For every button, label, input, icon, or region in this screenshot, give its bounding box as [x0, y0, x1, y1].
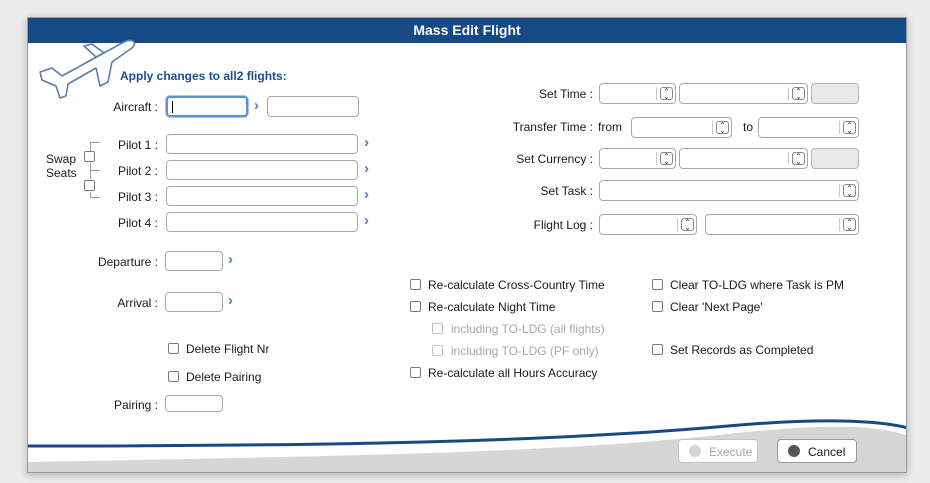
text-caret [172, 101, 173, 113]
clear-next-page-checkbox[interactable] [652, 301, 663, 312]
incl-to-ldg-all-label: including TO-LDG (all flights) [451, 322, 605, 336]
arrival-chevron-icon[interactable]: › [228, 293, 233, 309]
clear-to-ldg-pm-label: Clear TO-LDG where Task is PM [670, 278, 845, 292]
cancel-button[interactable]: Cancel [777, 439, 857, 463]
arrival-input[interactable] [165, 292, 223, 312]
mass-edit-flight-dialog: Mass Edit Flight Apply changes to all2 f… [27, 17, 907, 473]
stepper-icon: ⌃ ⌄ [792, 152, 805, 166]
pilot4-chevron-icon[interactable]: › [364, 213, 369, 229]
stepper-icon: ⌃ ⌄ [660, 87, 673, 101]
pilot1-input[interactable] [166, 134, 358, 154]
stepper-icon: ⌃ ⌄ [792, 87, 805, 101]
pilot1-chevron-icon[interactable]: › [364, 135, 369, 151]
apply-changes-header: Apply changes to all2 flights: [120, 69, 287, 83]
departure-label: Departure : [97, 255, 158, 269]
incl-to-ldg-pf-checkbox[interactable] [432, 345, 443, 356]
cancel-button-label: Cancel [808, 445, 846, 459]
flight-log-label: Flight Log : [533, 218, 593, 232]
set-currency-value-select[interactable]: ⌃ ⌄ [679, 148, 808, 169]
transfer-time-label: Transfer Time : [512, 120, 593, 134]
flight-log-value-select[interactable]: ⌃ ⌄ [705, 214, 859, 235]
arrival-label: Arrival : [117, 296, 158, 310]
recalc-hours-accuracy-checkbox[interactable] [410, 367, 421, 378]
stepper-icon: ⌃ ⌄ [843, 218, 856, 232]
stepper-icon: ⌃ ⌄ [843, 184, 856, 198]
pilot2-label: Pilot 2 : [117, 164, 158, 178]
recalc-cross-country-label: Re-calculate Cross-Country Time [428, 278, 605, 292]
recalc-night-checkbox[interactable] [410, 301, 421, 312]
set-currency-select[interactable]: ⌃ ⌄ [599, 148, 676, 169]
execute-button[interactable]: Execute [678, 439, 758, 463]
stepper-icon: ⌃ ⌄ [681, 218, 694, 232]
set-currency-field-disabled [811, 148, 859, 169]
clear-next-page-label: Clear 'Next Page' [670, 300, 763, 314]
swap-label: Swap [46, 152, 77, 166]
pilot4-label: Pilot 4 : [117, 216, 158, 230]
delete-pairing-checkbox[interactable] [168, 371, 179, 382]
cancel-dot-icon [788, 445, 800, 457]
set-task-select[interactable]: ⌃ ⌄ [599, 180, 859, 201]
set-task-label: Set Task : [540, 184, 593, 198]
set-time-select[interactable]: ⌃ ⌄ [599, 83, 676, 104]
window-title: Mass Edit Flight [28, 18, 906, 43]
set-time-label: Set Time : [538, 87, 593, 101]
footer-swoosh [28, 419, 906, 472]
set-time-value-select[interactable]: ⌃ ⌄ [679, 83, 808, 104]
pilot2-chevron-icon[interactable]: › [364, 161, 369, 177]
pilot3-input[interactable] [166, 186, 358, 206]
incl-to-ldg-all-checkbox[interactable] [432, 323, 443, 334]
recalc-hours-accuracy-label: Re-calculate all Hours Accuracy [428, 366, 598, 380]
airplane-icon [39, 39, 136, 99]
set-records-completed-label: Set Records as Completed [670, 343, 814, 357]
stepper-icon: ⌃ ⌄ [716, 121, 729, 135]
aircraft-label: Aircraft : [113, 100, 158, 114]
set-time-field-disabled [811, 83, 859, 104]
delete-flight-nr-label: Delete Flight Nr [186, 342, 270, 356]
pilot3-label: Pilot 3 : [117, 190, 158, 204]
stepper-icon: ⌃ ⌄ [843, 121, 856, 135]
aircraft-registration-input[interactable] [267, 96, 359, 117]
pilot3-chevron-icon[interactable]: › [364, 187, 369, 203]
transfer-to-select[interactable]: ⌃ ⌄ [758, 117, 859, 138]
recalc-cross-country-checkbox[interactable] [410, 279, 421, 290]
swap-seats-checkbox-1[interactable] [84, 151, 95, 162]
execute-button-label: Execute [709, 445, 753, 459]
stepper-icon: ⌃ ⌄ [660, 152, 673, 166]
pilot4-input[interactable] [166, 212, 358, 232]
execute-dot-icon [689, 445, 701, 457]
aircraft-input[interactable] [166, 96, 248, 117]
clear-to-ldg-pm-checkbox[interactable] [652, 279, 663, 290]
delete-pairing-label: Delete Pairing [186, 370, 262, 384]
seats-label: Seats [46, 166, 77, 180]
recalc-night-label: Re-calculate Night Time [428, 300, 556, 314]
delete-flight-nr-checkbox[interactable] [168, 343, 179, 354]
departure-input[interactable] [165, 251, 223, 271]
incl-to-ldg-pf-label: including TO-LDG (PF only) [451, 344, 599, 358]
from-label: from [598, 120, 622, 134]
aircraft-chevron-icon[interactable]: › [254, 98, 259, 114]
departure-chevron-icon[interactable]: › [228, 252, 233, 268]
to-label: to [743, 120, 754, 134]
flight-log-select[interactable]: ⌃ ⌄ [599, 214, 697, 235]
set-currency-label: Set Currency : [516, 152, 593, 166]
pilot2-input[interactable] [166, 160, 358, 180]
set-records-completed-checkbox[interactable] [652, 344, 663, 355]
pilot1-label: Pilot 1 : [117, 138, 158, 152]
transfer-from-select[interactable]: ⌃ ⌄ [631, 117, 732, 138]
